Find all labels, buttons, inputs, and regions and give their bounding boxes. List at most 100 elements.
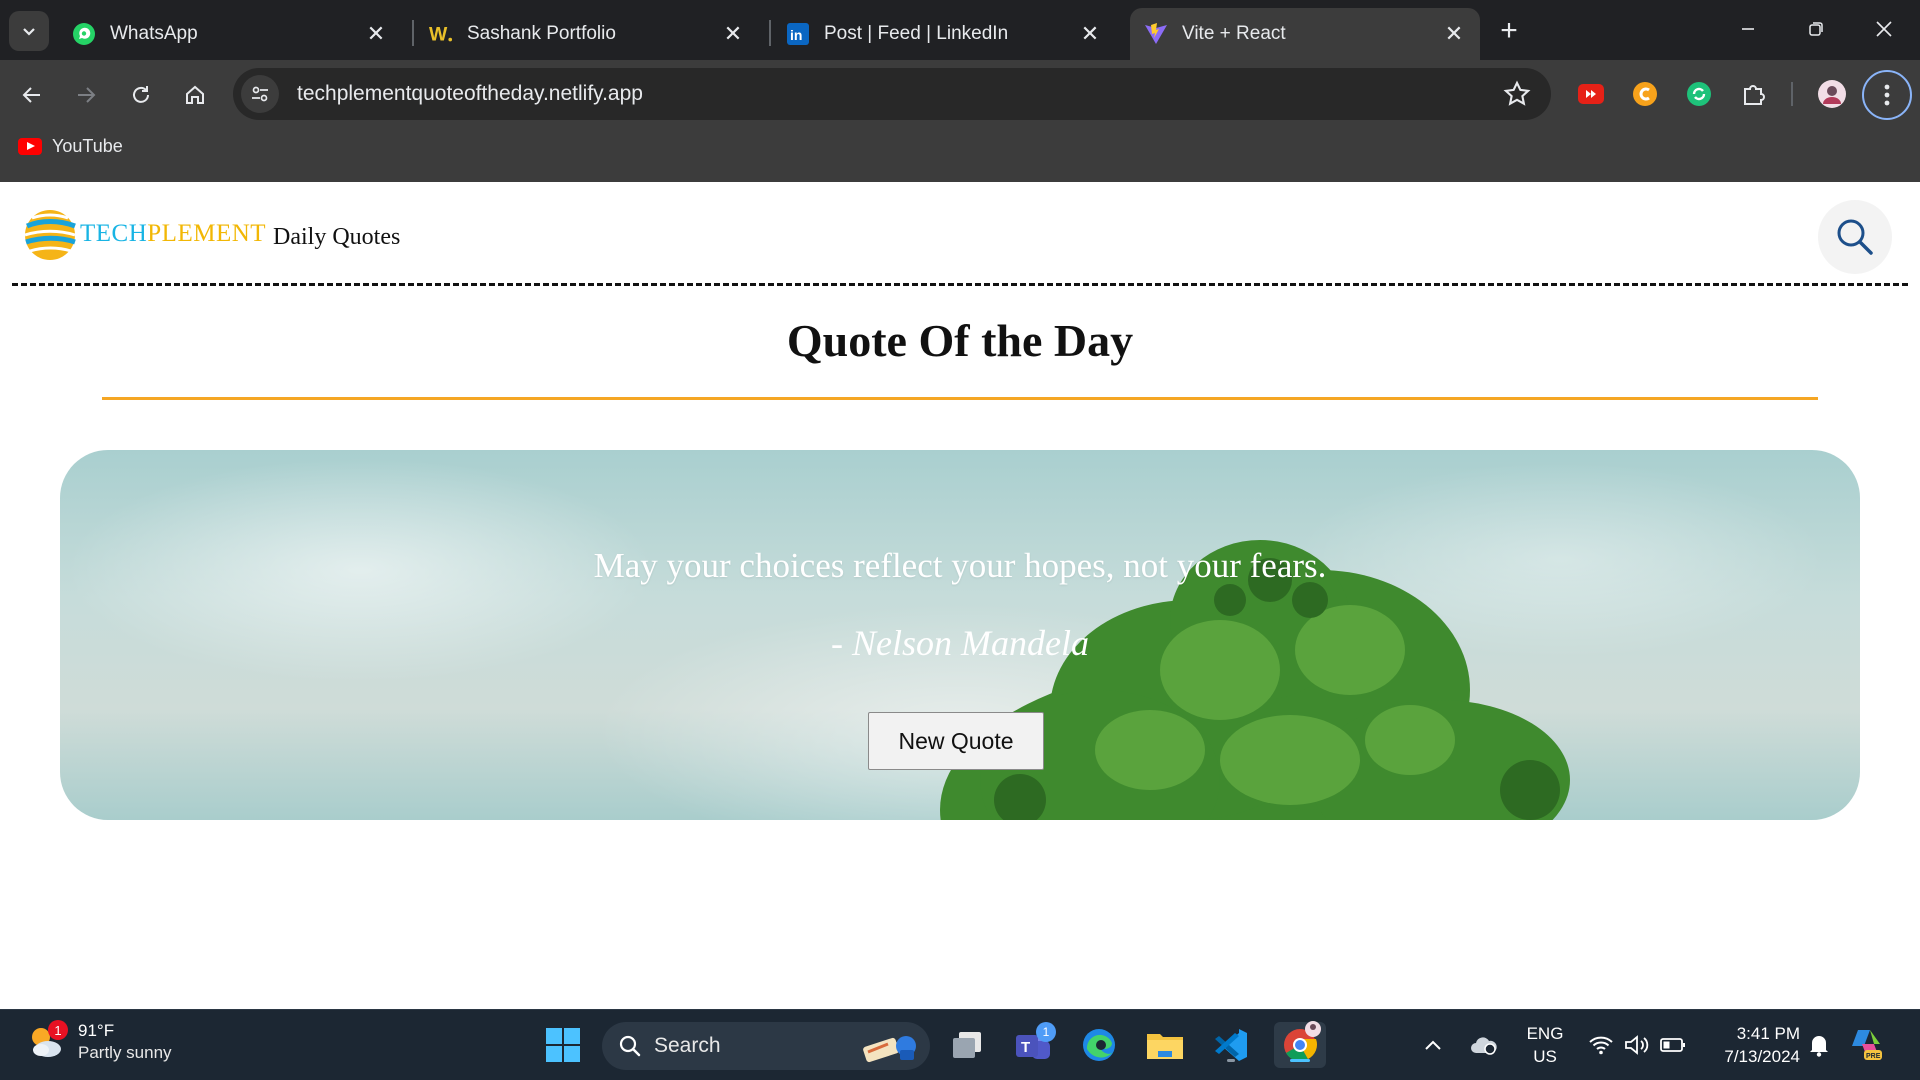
heading-underline: [102, 397, 1818, 400]
tab-title: Vite + React: [1182, 23, 1286, 44]
globe-logo-icon[interactable]: [22, 208, 78, 262]
search-highlight-icon: [863, 1036, 916, 1063]
speaker-icon: [1625, 1035, 1649, 1055]
language-code: ENG: [1526, 1024, 1564, 1043]
home-icon: [186, 85, 204, 104]
task-view-icon: [953, 1032, 981, 1058]
partly-sunny-icon: 1: [26, 1020, 68, 1062]
folder-icon: [1147, 1034, 1183, 1059]
chrome-taskbar-button[interactable]: [1274, 1021, 1326, 1068]
tab-search-button[interactable]: [9, 11, 49, 51]
search-button[interactable]: [1818, 200, 1892, 274]
copilot-icon: PRE: [1852, 1030, 1882, 1060]
weather-temp: 91°F: [78, 1021, 115, 1040]
forward-arrow-icon: [78, 87, 96, 103]
reload-button[interactable]: [121, 75, 161, 115]
bookmark-label: YouTube: [52, 136, 123, 156]
address-bar[interactable]: techplementquoteoftheday.netlify.app: [233, 68, 1551, 120]
brand-tech: TECH: [80, 220, 148, 247]
puzzle-icon: [1744, 85, 1765, 105]
task-view-button[interactable]: [944, 1022, 990, 1068]
weather-widget[interactable]: 1 91°F Partly sunny: [26, 1020, 172, 1064]
tab-sashank-portfolio[interactable]: W Sashank Portfolio ✕: [415, 8, 759, 60]
volume-status[interactable]: [1622, 1022, 1652, 1068]
new-quote-button[interactable]: New Quote: [868, 712, 1044, 770]
copilot-button[interactable]: PRE: [1846, 1022, 1886, 1068]
portfolio-w-icon: W: [429, 22, 453, 46]
edge-button[interactable]: [1076, 1022, 1122, 1068]
extension-green-button[interactable]: [1683, 78, 1715, 110]
profile-avatar[interactable]: [1816, 78, 1848, 110]
close-icon[interactable]: ✕: [1078, 21, 1102, 46]
page-title: Quote Of the Day: [786, 315, 1134, 366]
battery-icon: [1660, 1038, 1685, 1052]
extensions-button[interactable]: [1737, 78, 1769, 110]
tab-linkedin[interactable]: in Post | Feed | LinkedIn ✕: [772, 8, 1116, 60]
more-vert-icon: [1884, 84, 1890, 106]
toolbar-divider: [1791, 82, 1793, 106]
active-indicator: [1290, 1059, 1310, 1062]
tab-divider: [412, 20, 414, 46]
minimize-button[interactable]: [1718, 6, 1778, 52]
close-icon[interactable]: ✕: [364, 21, 388, 46]
chrome-menu-button[interactable]: [1862, 70, 1912, 120]
teams-button[interactable]: T 1: [1010, 1022, 1056, 1068]
back-arrow-icon: [22, 87, 40, 103]
language-indicator[interactable]: ENG US: [1520, 1022, 1570, 1068]
bell-icon: [1810, 1036, 1828, 1057]
onedrive-button[interactable]: [1466, 1022, 1502, 1068]
tab-strip: WhatsApp ✕ W Sashank Portfolio ✕ in Post…: [0, 0, 1920, 60]
svg-text:in: in: [790, 27, 802, 43]
start-button[interactable]: [540, 1022, 586, 1068]
extension-orange-button[interactable]: [1629, 78, 1661, 110]
battery-status[interactable]: [1658, 1022, 1688, 1068]
extension-youtube-button[interactable]: [1575, 78, 1607, 110]
url-text[interactable]: techplementquoteoftheday.netlify.app: [297, 82, 643, 106]
windows-taskbar: 1 91°F Partly sunny Search T 1 ENG US 3:…: [0, 1009, 1920, 1080]
close-icon[interactable]: ✕: [1442, 21, 1466, 46]
running-indicator: [1227, 1059, 1235, 1062]
svg-text:T: T: [1021, 1039, 1030, 1056]
taskbar-search[interactable]: Search: [602, 1022, 930, 1070]
profile-mini-icon: [1305, 1021, 1321, 1037]
vscode-button[interactable]: [1208, 1022, 1254, 1068]
vscode-icon: [1215, 1029, 1247, 1061]
tab-title: Post | Feed | LinkedIn: [824, 23, 1009, 44]
file-explorer-button[interactable]: [1142, 1022, 1188, 1068]
svg-text:PRE: PRE: [1866, 1053, 1881, 1060]
new-tab-button[interactable]: +: [1492, 14, 1526, 48]
tab-vite-react[interactable]: Vite + React ✕: [1130, 8, 1480, 60]
clock[interactable]: 3:41 PM 7/13/2024: [1700, 1022, 1800, 1068]
close-icon[interactable]: ✕: [721, 21, 745, 46]
edge-icon: [1083, 1029, 1115, 1061]
window-close-button[interactable]: [1854, 6, 1914, 52]
bookmark-star-icon[interactable]: [1503, 80, 1531, 108]
brand-wordmark[interactable]: TECHPLEMENT: [80, 220, 266, 248]
search-icon: [1837, 219, 1873, 255]
notifications-button[interactable]: [1804, 1022, 1834, 1068]
teams-badge: 1: [1036, 1022, 1056, 1042]
tab-whatsapp[interactable]: WhatsApp ✕: [58, 8, 402, 60]
wifi-status[interactable]: [1586, 1022, 1616, 1068]
show-hidden-icons-button[interactable]: [1418, 1022, 1448, 1068]
reload-icon: [133, 86, 149, 103]
weather-badge: 1: [48, 1020, 68, 1040]
back-button[interactable]: [12, 75, 52, 115]
region-code: US: [1533, 1047, 1557, 1066]
quote-author: - Nelson Mandela: [831, 623, 1089, 663]
wifi-icon: [1589, 1036, 1613, 1055]
tab-title: WhatsApp: [110, 23, 198, 44]
vite-icon: [1144, 22, 1168, 46]
site-info-button[interactable]: [241, 75, 279, 113]
avatar-icon: [1818, 80, 1846, 108]
tab-title: Sashank Portfolio: [467, 23, 616, 44]
chevron-up-icon: [1425, 1040, 1441, 1050]
dashed-divider: [12, 283, 1908, 286]
restore-button[interactable]: [1786, 6, 1846, 52]
bookmark-youtube[interactable]: YouTube: [18, 136, 123, 157]
youtube-icon: [18, 138, 42, 155]
linkedin-icon: in: [786, 22, 810, 46]
forward-button[interactable]: [66, 75, 106, 115]
home-button[interactable]: [175, 75, 215, 115]
svg-text:W: W: [429, 23, 448, 45]
